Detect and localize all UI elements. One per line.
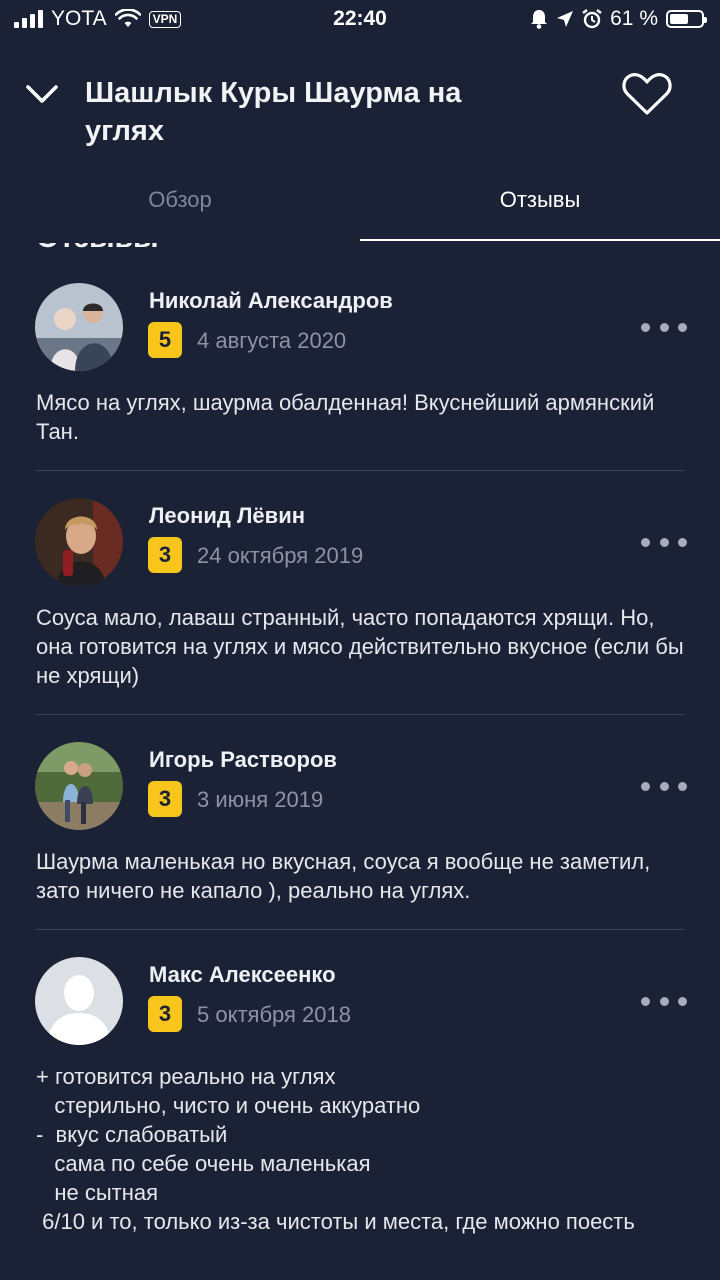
review-text: Соуса мало, лаваш странный, часто попада… [36,605,690,688]
more-options-icon[interactable] [641,322,687,332]
avatar [35,742,123,830]
wifi-icon [114,9,141,27]
review-date: 24 октября 2019 [197,543,364,568]
chevron-down-icon[interactable] [24,80,60,108]
tab-reviews[interactable]: Отзывы [360,168,720,232]
rating-badge: 3 [148,996,182,1032]
review-author: Макс Алексеенко [149,962,336,987]
more-options-icon[interactable] [641,996,687,1006]
rating-badge: 5 [148,322,182,358]
review-author: Леонид Лёвин [149,503,306,528]
status-bar: YOTA VPN 22:40 61 % [0,0,720,38]
rating-badge: 3 [148,781,182,817]
review-text: Шаурма маленькая но вкусная, соуса я воо… [36,849,657,903]
avatar [35,283,123,371]
review-date: 5 октября 2018 [197,1002,351,1027]
review-text: + готовится реально на углях стерильно, … [36,1064,635,1234]
battery-icon [666,10,707,28]
more-options-icon[interactable] [641,537,687,547]
review-author: Игорь Растворов [149,747,337,772]
location-arrow-icon [557,11,574,27]
review-text: Мясо на углях, шаурма обалденная! Вкусне… [36,390,661,444]
review-author: Николай Александров [149,288,393,313]
cellular-signal-icon [14,10,43,28]
battery-fill [670,14,689,24]
rating-badge: 3 [148,537,182,573]
vpn-badge: VPN [148,10,182,28]
carrier-name: YOTA [51,7,107,30]
divider [35,714,685,715]
battery-percent: 61 % [610,7,658,30]
more-options-icon[interactable] [641,781,687,791]
avatar [35,498,123,586]
page-title: Шашлык Куры Шаурма на углях [85,77,462,147]
header: Шашлык Куры Шаурма на углях [0,60,720,170]
divider [35,929,685,930]
avatar [35,957,123,1045]
review-date: 4 августа 2020 [197,328,347,353]
bell-icon [531,10,548,29]
divider [35,470,685,471]
reviews-list[interactable]: Отзывы Николай Александров 5 4 августа 2… [0,243,720,1280]
active-tab-indicator [360,239,720,241]
alarm-icon [582,9,602,29]
tab-overview[interactable]: Обзор [0,168,360,232]
section-heading: Отзывы [36,243,159,255]
review-date: 3 июня 2019 [197,787,324,812]
tab-bar: Обзор Отзывы [0,168,720,242]
heart-icon[interactable] [621,70,673,118]
